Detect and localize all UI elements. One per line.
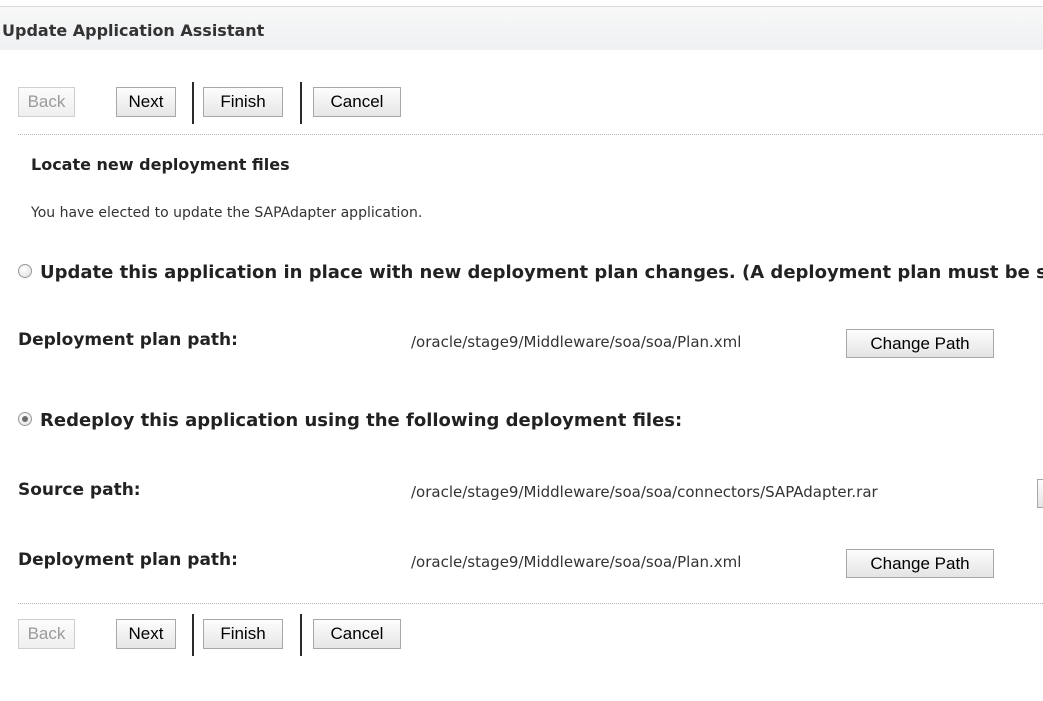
- assistant-header: Update Application Assistant: [0, 6, 1043, 50]
- section-title: Locate new deployment files: [31, 155, 290, 174]
- redeploy-label: Redeploy this application using the foll…: [40, 410, 683, 431]
- update-in-place-label: Update this application in place with ne…: [40, 262, 1043, 283]
- divider: [18, 603, 1043, 604]
- toolbar-bottom: Back Next Finish Cancel: [18, 614, 418, 656]
- toolbar-separator: [300, 614, 302, 656]
- plan-path-value-2: /oracle/stage9/Middleware/soa/soa/Plan.x…: [411, 553, 742, 571]
- change-path-button-1[interactable]: Change Path: [846, 329, 994, 358]
- cancel-button-top[interactable]: Cancel: [313, 87, 401, 117]
- source-path-value: /oracle/stage9/Middleware/soa/soa/connec…: [411, 483, 878, 501]
- back-button-top[interactable]: Back: [18, 87, 75, 117]
- plan-path-label-2: Deployment plan path:: [18, 550, 238, 570]
- cancel-button-bottom[interactable]: Cancel: [313, 619, 401, 649]
- toolbar-separator: [192, 82, 194, 124]
- plan-path-label-1: Deployment plan path:: [18, 330, 238, 350]
- toolbar-separator: [300, 82, 302, 124]
- assistant-title: Update Application Assistant: [2, 21, 265, 40]
- intro-text: You have elected to update the SAPAdapte…: [31, 205, 423, 221]
- divider: [18, 134, 1043, 135]
- back-button-bottom[interactable]: Back: [18, 619, 75, 649]
- source-path-label: Source path:: [18, 480, 141, 500]
- change-source-button[interactable]: [1037, 479, 1043, 508]
- next-button-bottom[interactable]: Next: [116, 619, 176, 649]
- redeploy-radio[interactable]: [18, 412, 32, 426]
- finish-button-top[interactable]: Finish: [203, 87, 283, 117]
- page: Update Application Assistant Back Next F…: [0, 0, 1043, 701]
- redeploy-option[interactable]: Redeploy this application using the foll…: [18, 410, 918, 434]
- next-button-top[interactable]: Next: [116, 87, 176, 117]
- update-in-place-option[interactable]: Update this application in place with ne…: [18, 262, 1043, 286]
- toolbar-separator: [192, 614, 194, 656]
- plan-path-value-1: /oracle/stage9/Middleware/soa/soa/Plan.x…: [411, 333, 742, 351]
- finish-button-bottom[interactable]: Finish: [203, 619, 283, 649]
- toolbar-top: Back Next Finish Cancel: [18, 82, 418, 124]
- update-in-place-radio[interactable]: [18, 264, 32, 278]
- change-path-button-2[interactable]: Change Path: [846, 549, 994, 578]
